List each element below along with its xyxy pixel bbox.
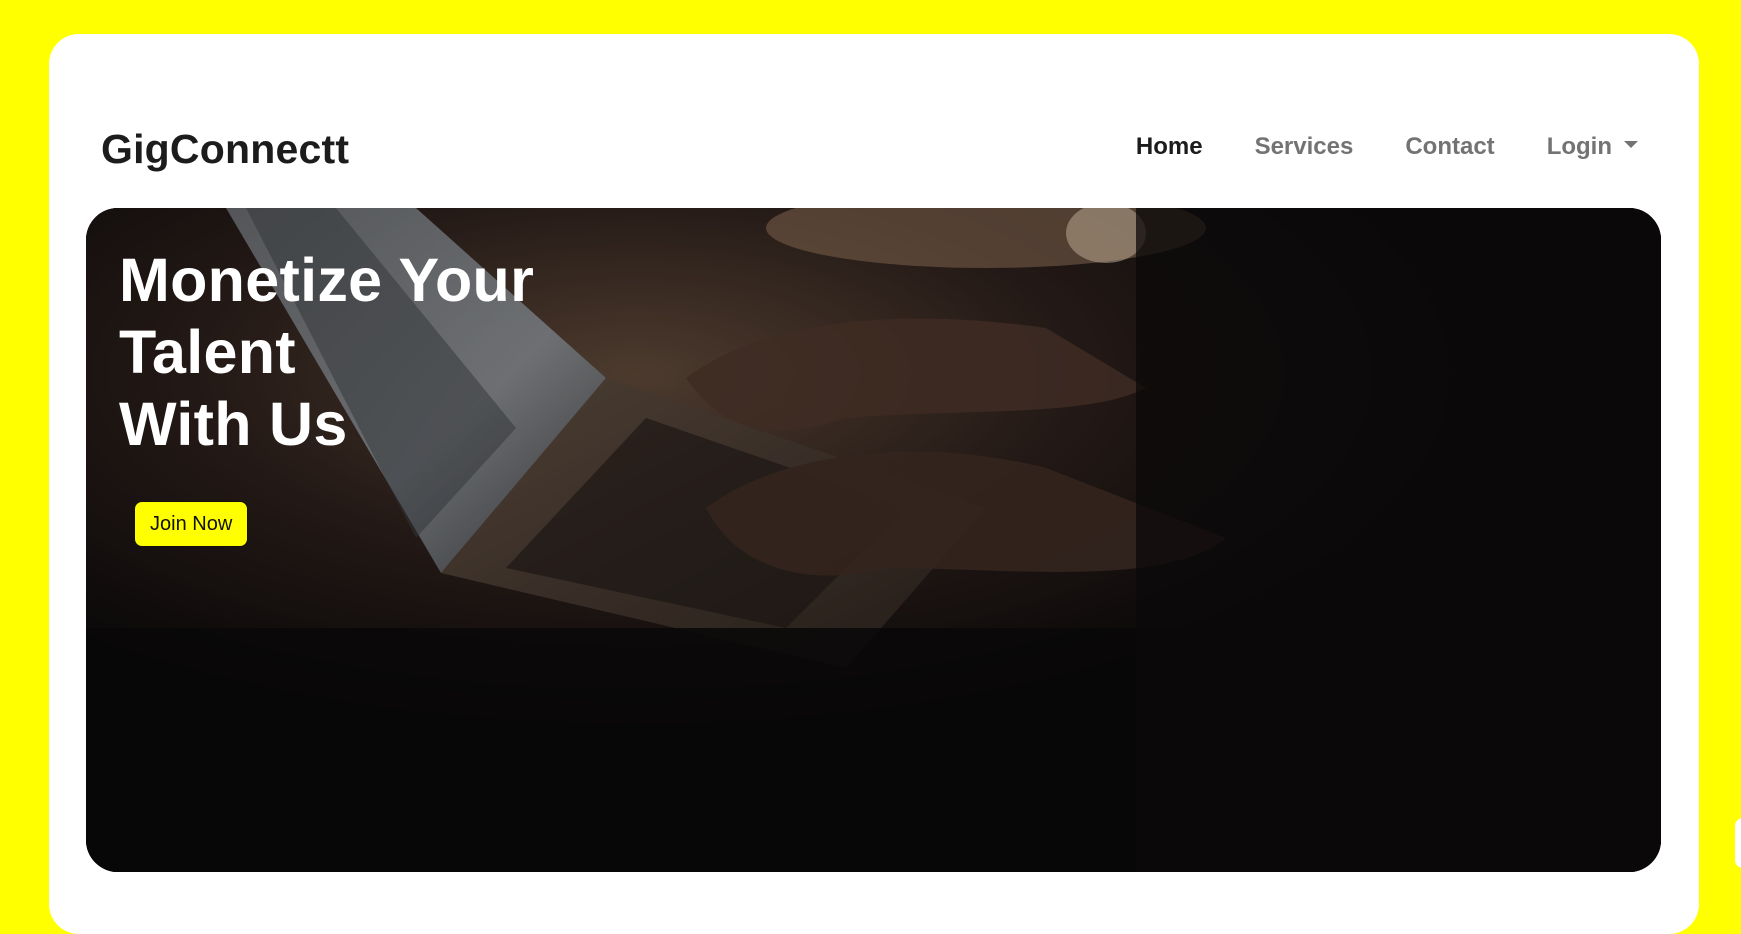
navbar: GigConnectt Home Services Contact Login <box>49 34 1699 222</box>
hero-title-line-2: Talent <box>119 318 296 386</box>
nav-contact-link[interactable]: Contact <box>1405 133 1494 161</box>
hero-title-line-3: With Us <box>119 390 348 458</box>
join-now-button[interactable]: Join Now <box>134 501 249 547</box>
nav-login-label: Login <box>1546 133 1612 160</box>
nav-login-dropdown[interactable]: Login <box>1547 133 1638 161</box>
caret-down-icon <box>1624 141 1638 149</box>
brand-logo[interactable]: GigConnectt <box>101 126 349 173</box>
hero-banner: Monetize Your Talent With Us Join Now <box>86 208 1661 872</box>
nav-menu: Home Services Contact Login <box>1136 133 1638 161</box>
hero-title-line-1: Monetize Your <box>119 246 535 314</box>
nav-home-link[interactable]: Home <box>1136 133 1203 161</box>
nav-services-link[interactable]: Services <box>1255 133 1354 161</box>
hero-title: Monetize Your Talent With Us <box>119 244 534 460</box>
edge-widget-tab[interactable] <box>1735 818 1741 868</box>
main-card: GigConnectt Home Services Contact Login <box>49 34 1699 934</box>
